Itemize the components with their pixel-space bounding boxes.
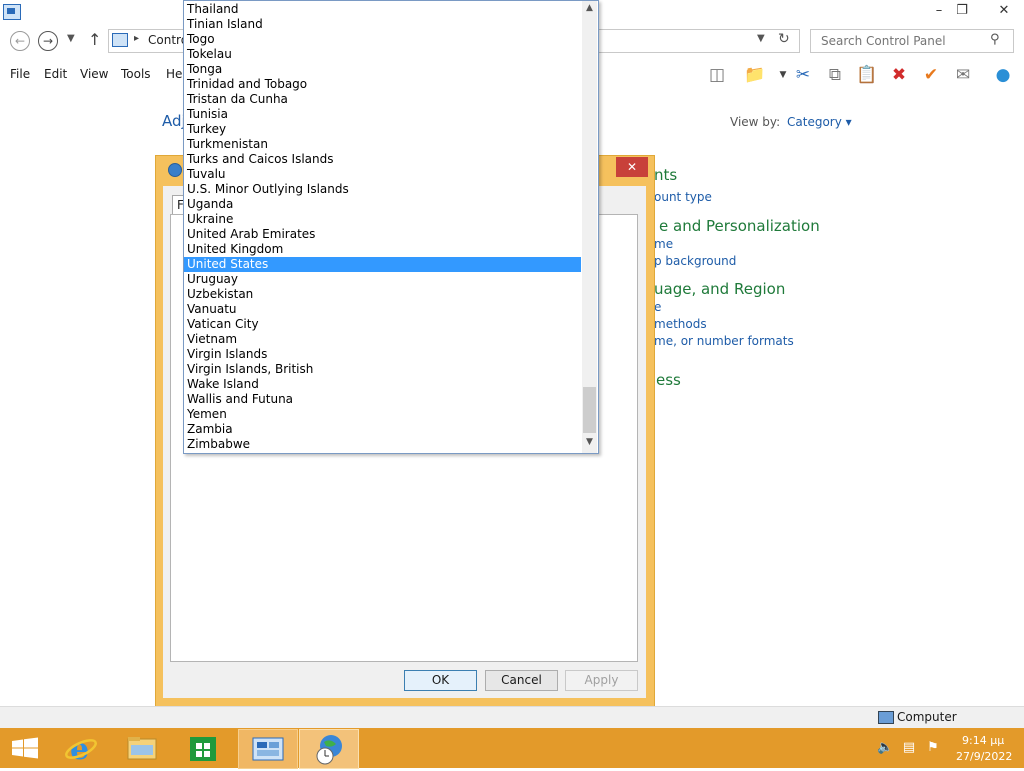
- globe-icon: [168, 163, 182, 177]
- delete-icon[interactable]: ✖: [888, 64, 910, 86]
- country-option[interactable]: Uganda: [184, 197, 581, 212]
- country-option[interactable]: Turks and Caicos Islands: [184, 152, 581, 167]
- link-change-date-time-formats[interactable]: me, or number formats: [654, 334, 794, 348]
- apply-button: Apply: [565, 670, 638, 691]
- search-icon[interactable]: ⚲: [990, 32, 1000, 47]
- cancel-button[interactable]: Cancel: [485, 670, 558, 691]
- category-clock-language-region-heading[interactable]: uage, and Region: [654, 280, 785, 298]
- category-user-accounts-heading[interactable]: nts: [654, 166, 677, 184]
- dialog-close-button[interactable]: ✕: [616, 157, 648, 177]
- scroll-thumb[interactable]: [583, 387, 596, 433]
- country-option[interactable]: Zambia: [184, 422, 581, 437]
- location-dropdown-list[interactable]: Thailand Tinian Island Togo Tokelau Tonga Tri…: [183, 0, 599, 454]
- email-icon[interactable]: ✉: [952, 64, 974, 86]
- country-option[interactable]: Wallis and Futuna: [184, 392, 581, 407]
- layout-pane-icon[interactable]: ◫: [706, 64, 728, 86]
- country-option[interactable]: Tristan da Cunha: [184, 92, 581, 107]
- network-icon[interactable]: ▤: [901, 740, 917, 756]
- action-center-icon[interactable]: ⚑: [925, 740, 941, 756]
- computer-icon: [878, 711, 894, 724]
- country-option[interactable]: Trinidad and Tobago: [184, 77, 581, 92]
- copy-icon[interactable]: ⧉: [824, 64, 846, 86]
- recent-locations-chevron-icon[interactable]: ▼: [67, 33, 75, 44]
- paste-icon[interactable]: 📋: [856, 64, 878, 86]
- start-button[interactable]: [0, 729, 58, 767]
- country-option[interactable]: Zimbabwe: [184, 437, 581, 452]
- back-button[interactable]: ←: [10, 31, 30, 51]
- link-change-account-type[interactable]: ount type: [654, 190, 712, 204]
- folder-options-icon[interactable]: 📁: [744, 64, 766, 86]
- status-bar: [0, 706, 1024, 729]
- category-appearance-heading[interactable]: e and Personalization: [659, 217, 820, 235]
- country-option[interactable]: U.S. Minor Outlying Islands: [184, 182, 581, 197]
- menu-file[interactable]: File: [10, 67, 30, 81]
- view-by-label: View by:: [730, 115, 781, 129]
- country-option[interactable]: Tuvalu: [184, 167, 581, 182]
- country-option[interactable]: Wake Island: [184, 377, 581, 392]
- close-window-button[interactable]: ✕: [984, 0, 1024, 22]
- control-panel-icon: [112, 33, 128, 47]
- link-change-theme[interactable]: me: [654, 237, 673, 251]
- country-option[interactable]: Uzbekistan: [184, 287, 581, 302]
- scroll-down-arrow-icon[interactable]: ▼: [582, 437, 597, 447]
- country-option[interactable]: Vanuatu: [184, 302, 581, 317]
- control-panel-taskbar-icon[interactable]: [238, 729, 298, 769]
- country-option[interactable]: Togo: [184, 32, 581, 47]
- link-add-language[interactable]: e: [654, 300, 661, 314]
- country-list: Thailand Tinian Island Togo Tokelau Tonga Tri…: [184, 2, 581, 452]
- country-option[interactable]: United Arab Emirates: [184, 227, 581, 242]
- cut-icon[interactable]: ✂: [792, 64, 814, 86]
- country-option[interactable]: Yemen: [184, 407, 581, 422]
- region-taskbar-icon[interactable]: [299, 729, 359, 769]
- svg-text:e: e: [70, 732, 89, 767]
- address-dropdown-chevron-icon[interactable]: ▼: [757, 33, 765, 44]
- clock-date[interactable]: 27/9/2022: [956, 750, 1012, 763]
- forward-button[interactable]: →: [38, 31, 58, 51]
- menu-tools[interactable]: Tools: [121, 67, 151, 81]
- clock-time[interactable]: 9:14 μμ: [962, 734, 1004, 747]
- search-box[interactable]: [810, 29, 1014, 53]
- country-option[interactable]: United Kingdom: [184, 242, 581, 257]
- country-option[interactable]: United States: [184, 257, 581, 272]
- country-option[interactable]: Tokelau: [184, 47, 581, 62]
- globe-icon[interactable]: ●: [992, 64, 1014, 86]
- country-option[interactable]: Tonga: [184, 62, 581, 77]
- refresh-icon[interactable]: ↻: [778, 31, 790, 47]
- country-option[interactable]: Turkmenistan: [184, 137, 581, 152]
- dropdown-scrollbar[interactable]: ▲ ▼: [582, 1, 597, 453]
- search-input[interactable]: [819, 30, 993, 52]
- country-option[interactable]: Virgin Islands, British: [184, 362, 581, 377]
- country-option[interactable]: Virgin Islands: [184, 347, 581, 362]
- up-arrow-icon[interactable]: ↑: [88, 30, 101, 49]
- volume-muted-icon[interactable]: 🔈: [877, 740, 893, 756]
- country-option[interactable]: Vatican City: [184, 317, 581, 332]
- country-option[interactable]: Vietnam: [184, 332, 581, 347]
- country-option[interactable]: Ukraine: [184, 212, 581, 227]
- restore-button[interactable]: ❐: [948, 0, 976, 22]
- toolbar-dropdown-chevron-icon[interactable]: ▼: [772, 64, 794, 86]
- control-panel-app-icon[interactable]: [3, 4, 21, 20]
- file-explorer-taskbar-icon[interactable]: [113, 729, 171, 767]
- country-option[interactable]: Uruguay: [184, 272, 581, 287]
- breadcrumb-separator-icon[interactable]: ▸: [134, 33, 139, 44]
- ok-button[interactable]: OK: [404, 670, 477, 691]
- status-computer-label: Computer: [897, 710, 957, 724]
- link-change-input-methods[interactable]: methods: [654, 317, 707, 331]
- country-option[interactable]: Tinian Island: [184, 17, 581, 32]
- country-option[interactable]: Turkey: [184, 122, 581, 137]
- menu-edit[interactable]: Edit: [44, 67, 67, 81]
- windows-logo-icon: [12, 737, 38, 759]
- category-ease-of-access-heading[interactable]: ess: [656, 371, 681, 389]
- internet-explorer-taskbar-icon[interactable]: e: [52, 729, 110, 767]
- country-option[interactable]: Thailand: [184, 2, 581, 17]
- menu-view[interactable]: View: [80, 67, 108, 81]
- properties-check-icon[interactable]: ✔: [920, 64, 942, 86]
- country-option[interactable]: Tunisia: [184, 107, 581, 122]
- link-change-desktop-background[interactable]: p background: [654, 254, 736, 268]
- store-taskbar-icon[interactable]: [174, 729, 232, 767]
- view-by-dropdown[interactable]: Category ▾: [787, 115, 852, 129]
- scroll-up-arrow-icon[interactable]: ▲: [582, 3, 597, 13]
